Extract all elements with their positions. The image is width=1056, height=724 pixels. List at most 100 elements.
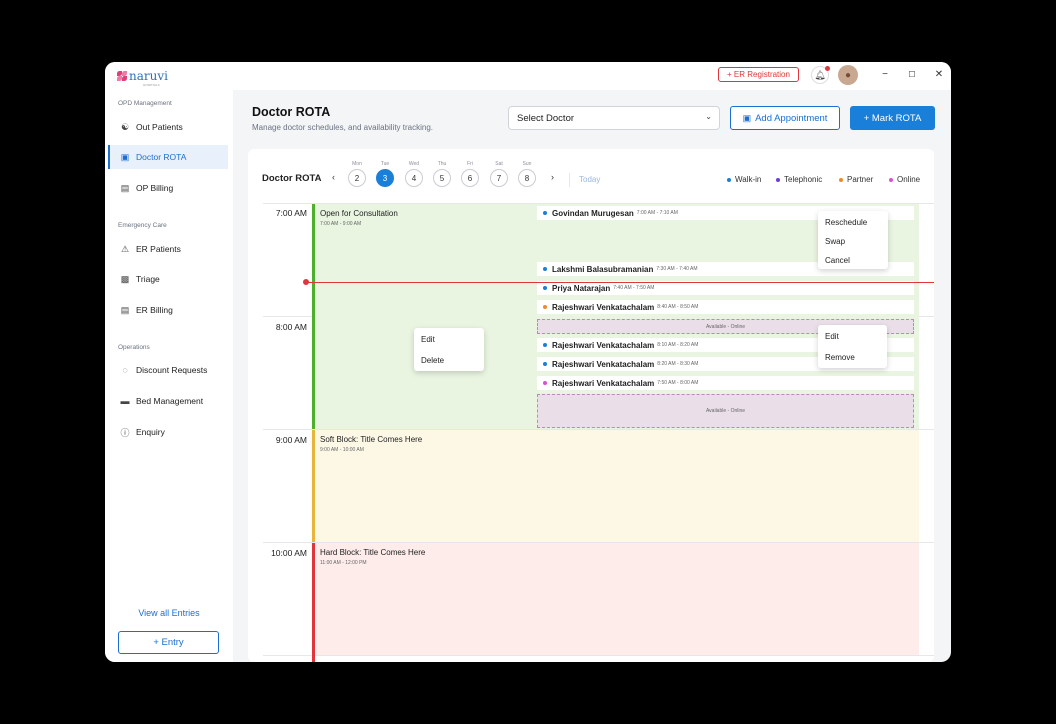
day-date: 3: [376, 169, 394, 187]
day-tue[interactable]: Tue 3: [376, 160, 394, 187]
day-date: 6: [461, 169, 479, 187]
close-icon[interactable]: ✕: [932, 68, 946, 82]
appointment-item[interactable]: Rajeshwari Venkatachalam 7:50 AM - 8:00 A…: [537, 376, 914, 390]
sidebar-item-label: Out Patients: [136, 122, 183, 132]
chevron-right-icon[interactable]: ›: [551, 172, 554, 182]
avatar[interactable]: ●: [838, 65, 858, 85]
page-subtitle: Manage doctor schedules, and availabilit…: [252, 123, 433, 132]
consultation-bar: [312, 204, 315, 429]
sidebar-item-label: OP Billing: [136, 183, 174, 193]
day-date: 2: [348, 169, 366, 187]
day-fri[interactable]: Fri 6: [461, 160, 479, 187]
sidebar-item-doctor-rota[interactable]: ▣ Doctor ROTA: [108, 145, 228, 169]
soft-block[interactable]: Soft Block: Title Comes Here 9:00 AM - 1…: [312, 430, 919, 542]
type-dot: [543, 381, 547, 385]
legend-partner: Partner: [839, 175, 873, 184]
menu-item-reschedule[interactable]: Reschedule: [825, 218, 867, 227]
sidebar-item-label: ER Patients: [136, 244, 181, 254]
emergency-icon: ⚠: [120, 243, 130, 254]
sidebar-item-label: Enquiry: [136, 427, 165, 437]
legend-dot: [889, 177, 893, 182]
sidebar-item-out-patients[interactable]: ☯ Out Patients: [108, 115, 228, 139]
er-registration-button[interactable]: + ER Registration: [718, 67, 799, 82]
sidebar-item-discount-requests[interactable]: ◌ Discount Requests: [108, 358, 228, 382]
menu-item-edit[interactable]: Edit: [421, 335, 435, 344]
sidebar-item-er-billing[interactable]: ▤ ER Billing: [108, 298, 228, 322]
legend-walk-in: Walk-in: [727, 175, 761, 184]
time-label: 10:00 AM: [271, 548, 307, 558]
calendar-title: Doctor ROTA: [262, 173, 322, 184]
patient-name: Rajeshwari Venkatachalam: [552, 302, 655, 312]
page-title: Doctor ROTA: [252, 105, 331, 119]
legend-dot: [776, 177, 780, 182]
hard-block[interactable]: Hard Block: Title Comes Here 11:00 AM - …: [312, 543, 919, 655]
logo-icon: [117, 71, 127, 81]
block-time: 7:00 AM - 9:00 AM: [320, 221, 362, 227]
soft-block-bar: [312, 430, 315, 542]
menu-item-swap[interactable]: Swap: [825, 237, 845, 246]
sidebar-item-label: Bed Management: [136, 396, 204, 406]
legend-label: Partner: [847, 175, 874, 184]
day-sat[interactable]: Sat 7: [490, 160, 508, 187]
appointment-time: 8:10 AM - 8:20 AM: [657, 342, 699, 348]
menu-item-delete[interactable]: Delete: [421, 356, 444, 365]
appointment-context-menu: Reschedule Swap Cancel: [818, 211, 888, 269]
time-label: 9:00 AM: [275, 435, 307, 445]
menu-item-cancel[interactable]: Cancel: [825, 256, 850, 265]
add-appointment-button[interactable]: ▣ Add Appointment: [730, 106, 840, 130]
view-all-entries-link[interactable]: View all Entries: [105, 608, 233, 618]
sidebar-item-op-billing[interactable]: ▤ OP Billing: [108, 176, 228, 200]
patient-name: Lakshmi Balasubramanian: [552, 264, 654, 274]
logo[interactable]: naruvi HOSPITALS: [117, 68, 168, 87]
legend-dot: [839, 177, 843, 182]
appointment-time: 7:00 AM - 7:10 AM: [636, 210, 678, 216]
patient-name: Priya Natarajan: [552, 283, 611, 293]
day-mon[interactable]: Mon 2: [348, 160, 366, 187]
sidebar-item-bed-management[interactable]: ▬ Bed Management: [108, 389, 228, 413]
day-wed[interactable]: Wed 4: [405, 160, 423, 187]
menu-item-edit[interactable]: Edit: [825, 332, 839, 341]
bill-icon: ▤: [120, 304, 130, 315]
type-dot: [543, 343, 547, 347]
appointment-item[interactable]: Rajeshwari Venkatachalam 8:40 AM - 8:50 A…: [537, 300, 914, 314]
sidebar-item-er-patients[interactable]: ⚠ ER Patients: [108, 237, 228, 261]
mark-rota-button[interactable]: + Mark ROTA: [850, 106, 935, 130]
patient-name: Rajeshwari Venkatachalam: [552, 340, 655, 350]
menu-item-remove[interactable]: Remove: [825, 353, 855, 362]
time-label: 7:00 AM: [275, 208, 307, 218]
select-doctor-placeholder: Select Doctor: [517, 112, 575, 124]
bed-icon: ▬: [120, 396, 130, 406]
day-name: Mon: [352, 161, 362, 167]
sidebar-item-enquiry[interactable]: ⓘ Enquiry: [108, 420, 228, 444]
top-bar: naruvi HOSPITALS + ER Registration 🔔︎ ● …: [105, 62, 951, 90]
divider: [569, 173, 570, 187]
maximize-icon[interactable]: ☐: [905, 68, 919, 82]
appointment-time: 7:40 AM - 7:50 AM: [613, 285, 655, 291]
day-date: 4: [405, 169, 423, 187]
chevron-left-icon[interactable]: ‹: [332, 172, 335, 182]
patient-name: Rajeshwari Venkatachalam: [552, 378, 655, 388]
entry-button[interactable]: + Entry: [118, 631, 219, 654]
type-dot: [543, 211, 547, 215]
main-content: Doctor ROTA Manage doctor schedules, and…: [233, 90, 951, 662]
day-thu[interactable]: Thu 5: [433, 160, 451, 187]
sidebar-item-triage[interactable]: ▩ Triage: [108, 267, 228, 291]
sidebar-item-label: ER Billing: [136, 305, 173, 315]
day-name: Sat: [495, 161, 503, 167]
hard-block-bar: [312, 543, 315, 662]
select-doctor-dropdown[interactable]: Select Doctor ⌄: [508, 106, 720, 130]
type-dot: [543, 267, 547, 271]
minimize-icon[interactable]: −: [878, 68, 892, 82]
legend-label: Online: [897, 175, 921, 184]
sidebar: OPD Management ☯ Out Patients ▣ Doctor R…: [105, 90, 233, 662]
section-label-opd: OPD Management: [118, 100, 172, 107]
today-button[interactable]: Today: [579, 175, 600, 184]
briefcase-icon: ▣: [120, 151, 130, 162]
section-label-operations: Operations: [118, 344, 150, 351]
appointment-item[interactable]: Priya Natarajan 7:40 AM - 7:50 AM: [537, 281, 914, 295]
day-date: 8: [518, 169, 536, 187]
day-sun[interactable]: Sun 8: [518, 160, 536, 187]
appointment-time: 7:50 AM - 8:00 AM: [657, 380, 699, 386]
bill-icon: ▤: [120, 182, 130, 193]
available-slot[interactable]: Available - Online: [537, 394, 914, 428]
